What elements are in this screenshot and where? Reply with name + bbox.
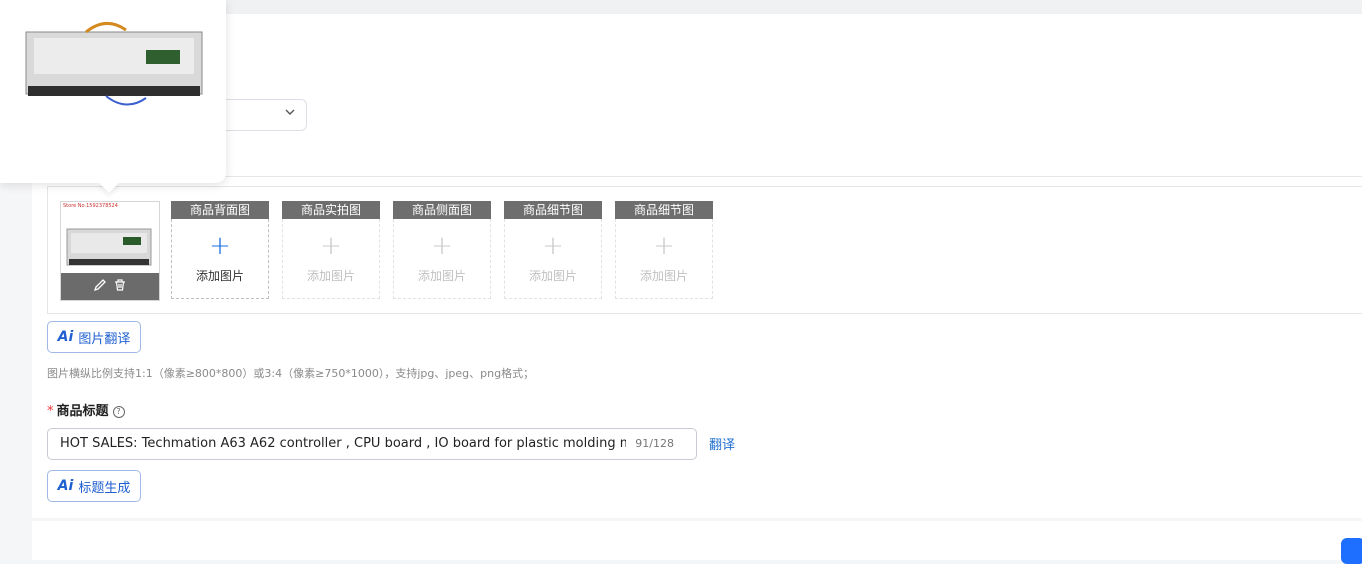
- title-generate-label: 标题生成: [78, 480, 131, 496]
- title-field-label: * 商品标题?: [47, 400, 125, 419]
- image-slot-label: 商品背面图: [171, 201, 269, 219]
- add-image-box[interactable]: + 添加图片: [615, 219, 713, 299]
- ai-icon: Ai: [57, 329, 74, 345]
- add-image-text: 添加图片: [528, 269, 577, 283]
- image-slot-detail-1[interactable]: 商品细节图 + 添加图片: [504, 201, 602, 299]
- submit-button[interactable]: [1341, 538, 1362, 564]
- required-mark: *: [47, 404, 54, 419]
- product-image: [66, 228, 152, 266]
- title-input[interactable]: HOT SALES: Techmation A63 A62 controller…: [47, 428, 697, 460]
- ai-icon: Ai: [57, 478, 74, 494]
- image-slot-side[interactable]: 商品侧面图 + 添加图片: [393, 201, 491, 299]
- add-image-text: 添加图片: [306, 269, 355, 283]
- translate-link[interactable]: 翻译: [709, 434, 735, 453]
- add-image-text: 添加图片: [195, 269, 244, 283]
- plus-icon: +: [431, 231, 453, 261]
- preview-image: [25, 22, 203, 106]
- help-icon[interactable]: ?: [112, 406, 125, 418]
- image-format-hint: 图片横纵比例支持1:1（像素≥800*800）或3:4（像素≥750*1000）…: [47, 367, 535, 380]
- edit-icon[interactable]: [93, 278, 107, 296]
- add-image-box[interactable]: + 添加图片: [504, 219, 602, 299]
- plus-icon: +: [653, 231, 675, 261]
- add-image-text: 添加图片: [639, 269, 688, 283]
- image-slot-back[interactable]: 商品背面图 + 添加图片: [171, 201, 269, 299]
- main-image-thumbnail[interactable]: Store No.1592378524: [60, 201, 160, 301]
- plus-icon: +: [542, 231, 564, 261]
- add-image-box[interactable]: + 添加图片: [282, 219, 380, 299]
- plus-icon: +: [320, 231, 342, 261]
- image-slot-real[interactable]: 商品实拍图 + 添加图片: [282, 201, 380, 299]
- title-input-value[interactable]: HOT SALES: Techmation A63 A62 controller…: [60, 436, 626, 451]
- title-generate-button[interactable]: Ai 标题生成: [47, 470, 141, 502]
- image-slot-label: 商品侧面图: [393, 201, 491, 219]
- image-slot-detail-2[interactable]: 商品细节图 + 添加图片: [615, 201, 713, 299]
- category-dropdown[interactable]: [212, 99, 307, 131]
- add-image-box[interactable]: + 添加图片: [171, 219, 269, 299]
- image-translate-button[interactable]: Ai 图片翻译: [47, 321, 141, 353]
- plus-icon: +: [209, 231, 231, 261]
- add-image-text: 添加图片: [417, 269, 466, 283]
- image-preview-popover: [0, 0, 226, 193]
- add-image-box[interactable]: + 添加图片: [393, 219, 491, 299]
- chevron-down-icon: [284, 106, 296, 122]
- title-char-counter: 91/128: [635, 437, 674, 450]
- thumbnail-actions-bar: [61, 273, 159, 300]
- title-label-text: 商品标题: [56, 404, 109, 419]
- image-slot-label: 商品实拍图: [282, 201, 380, 219]
- image-translate-label: 图片翻译: [78, 331, 131, 347]
- delete-icon[interactable]: [113, 278, 127, 296]
- footer-card: [32, 521, 1362, 560]
- image-slot-label: 商品细节图: [615, 201, 713, 219]
- image-slot-label: 商品细节图: [504, 201, 602, 219]
